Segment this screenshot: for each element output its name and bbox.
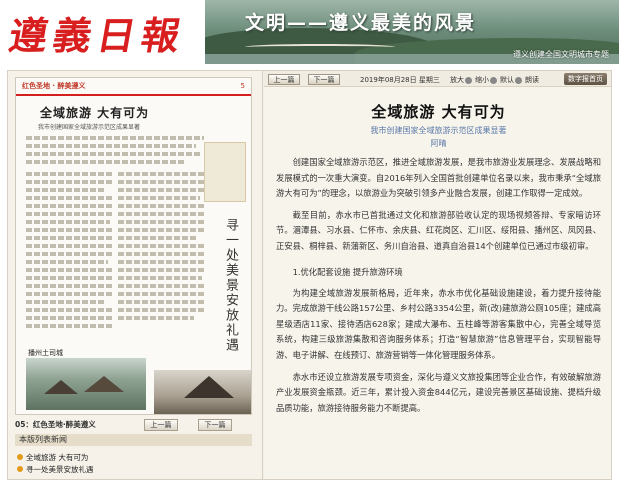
zoom-in-button[interactable]: 放大	[450, 75, 472, 85]
zoom-in-icon	[465, 76, 472, 84]
zoom-in-label: 放大	[450, 76, 464, 84]
article-subtitle: 我市创建国家全域旅游示范区成果显著	[370, 126, 507, 135]
list-item-label: 寻一处美景安放礼遇	[26, 464, 94, 474]
zoom-out-icon	[490, 76, 497, 84]
scan-subhead: 我市创建国家全域旅游示范区成果显著	[38, 124, 141, 131]
read-aloud-label: 朗读	[525, 76, 539, 84]
newspaper-logo[interactable]: 遵義日報	[6, 6, 190, 58]
article-paragraph: 赤水市还设立旅游发展专项资金，深化与遵义文旅投集团等企业合作，有效破解旅游产业发…	[276, 371, 601, 413]
scan-headline: 全域旅游 大有可为	[40, 106, 150, 120]
prev-article-button[interactable]: 上一篇	[268, 74, 300, 85]
scan-photo-village	[26, 358, 146, 410]
page-label: 05：红色圣地·醉美遵义	[15, 420, 96, 429]
banner-subtitle: 遵义创建全国文明城市专题	[513, 50, 609, 59]
article-body: 全域旅游 大有可为 我市创建国家全域旅游示范区成果显著 阿晴 创建国家全域旅游示…	[276, 97, 601, 416]
article-paragraph: 截至目前，赤水市已首批通过文化和旅游部验收认定的现场视频答辩、专家暗访环节。湄潭…	[276, 209, 601, 251]
scan-photo-building	[154, 370, 251, 414]
zoom-out-button[interactable]: 缩小	[475, 75, 497, 85]
scan-vertical-headline: 寻一处美景安放礼遇	[223, 218, 238, 353]
list-item[interactable]: 全域旅游 大有可为	[17, 451, 253, 463]
next-article-button[interactable]: 下一篇	[308, 74, 340, 85]
article-author: 阿晴	[430, 139, 447, 148]
scan-side-box	[204, 142, 246, 202]
bullet-icon	[17, 466, 23, 472]
article-paragraph: 为构建全域旅游发展新格局，近年来，赤水市优化基础设施建设，着力提升接待能力。完成…	[276, 287, 601, 360]
page-scan-image[interactable]: 红色圣地 · 醉美遵义 5 全域旅游 大有可为 我市创建国家全域旅游示范区成果显…	[15, 77, 252, 415]
list-item-label: 全域旅游 大有可为	[26, 452, 89, 462]
digital-home-button[interactable]: 数字报首页	[564, 73, 607, 85]
news-list: 全域旅游 大有可为 寻一处美景安放礼遇	[17, 451, 253, 475]
scan-photo-caption: 播州土司城	[28, 349, 63, 357]
page-panel: 红色圣地 · 醉美遵义 5 全域旅游 大有可为 我市创建国家全域旅游示范区成果显…	[8, 71, 263, 479]
scan-header: 红色圣地 · 醉美遵义 5	[16, 78, 251, 96]
banner-bridge	[245, 44, 395, 50]
prev-page-button[interactable]: 上一篇	[144, 419, 178, 431]
article-section-heading: 1.优化配套设施 提升旅游环境	[292, 266, 403, 277]
issue-date: 2019年08月28日 星期三	[360, 76, 440, 84]
scan-page-number: 5	[240, 82, 245, 90]
article-panel: 上一篇 下一篇 2019年08月28日 星期三 放大 缩小 默认 朗读 数字报首…	[264, 71, 611, 479]
scan-column-tag: 红色圣地 · 醉美遵义	[22, 82, 86, 90]
next-page-button[interactable]: 下一篇	[198, 419, 232, 431]
article-toolbar: 上一篇 下一篇 2019年08月28日 星期三 放大 缩小 默认 朗读 数字报首…	[264, 71, 611, 87]
read-aloud-button[interactable]: 朗读	[525, 75, 539, 85]
masthead: 遵義日報 文明——遵义最美的风景 遵义创建全国文明城市专题	[0, 0, 619, 66]
zoom-out-label: 缩小	[475, 76, 489, 84]
news-list-header: 本版列表新闻	[15, 434, 252, 446]
article-paragraph: 创建国家全域旅游示范区，推进全域旅游发展，是我市旅游业发展理念、发展战略和发展模…	[276, 157, 601, 199]
bullet-icon	[17, 454, 23, 460]
zoom-default-button[interactable]: 默认	[500, 75, 522, 85]
zoom-controls: 放大 缩小 默认 朗读	[450, 75, 539, 85]
zoom-default-label: 默认	[500, 76, 514, 84]
banner-image: 文明——遵义最美的风景 遵义创建全国文明城市专题	[205, 0, 619, 64]
scan-text-columns	[26, 136, 204, 336]
list-item[interactable]: 寻一处美景安放礼遇	[17, 463, 253, 475]
epaper-frame: 红色圣地 · 醉美遵义 5 全域旅游 大有可为 我市创建国家全域旅游示范区成果显…	[7, 70, 612, 480]
read-aloud-icon	[515, 76, 522, 84]
banner-title: 文明——遵义最美的风景	[245, 12, 477, 34]
article-title: 全域旅游 大有可为	[371, 103, 506, 121]
logo-text: 遵義日報	[5, 12, 190, 58]
